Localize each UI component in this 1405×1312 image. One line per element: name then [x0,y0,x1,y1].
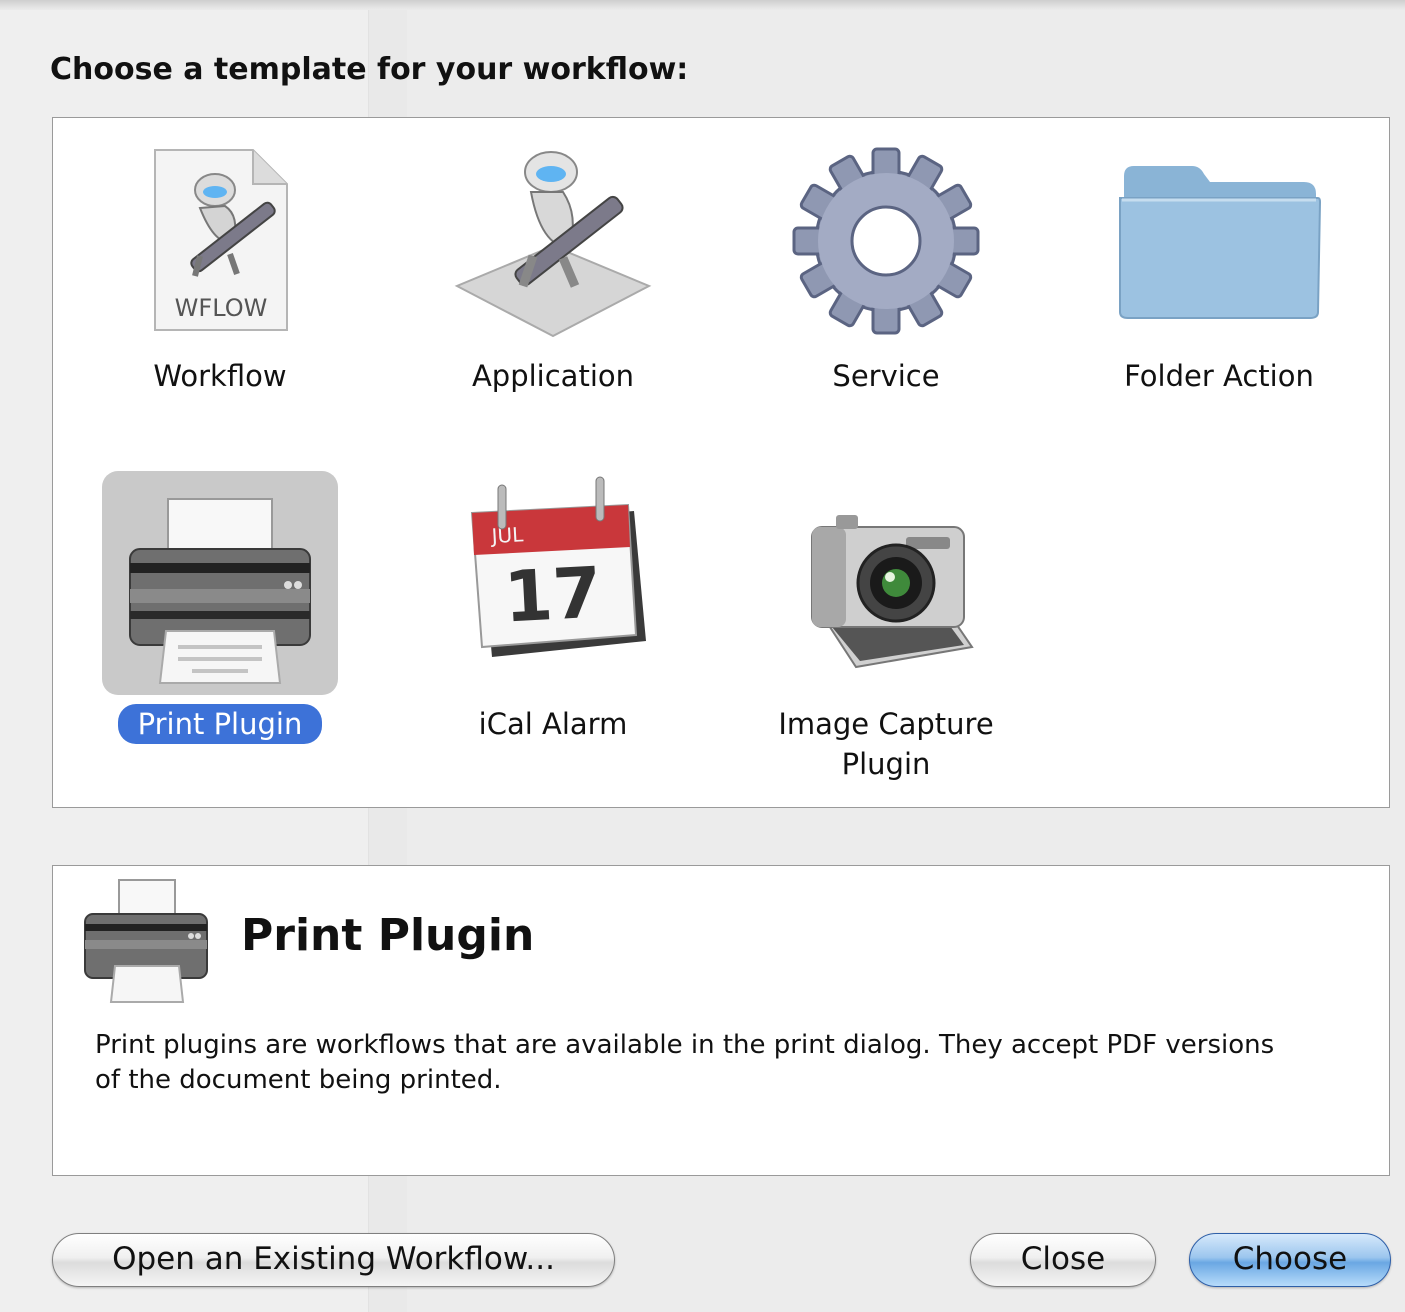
choose-button[interactable]: Choose [1189,1233,1391,1287]
template-service[interactable]: Service [736,146,1036,406]
printer-icon [81,874,211,1008]
gear-icon [791,146,981,336]
printer-icon [102,471,338,695]
template-label: Print Plugin [70,704,370,744]
template-workflow[interactable]: WFLOW Workflow [70,146,370,406]
template-label-line1: Image Capture [778,707,994,741]
selected-label: Print Plugin [117,704,323,744]
template-chooser-sheet: Choose a template for your workflow: WFL… [14,0,1405,1312]
description-text: Print plugins are workflows that are ava… [95,1030,1275,1095]
calendar-day: 17 [502,552,604,639]
template-description-panel: Print Plugin Print plugins are workflows… [52,865,1390,1176]
wflow-badge: WFLOW [175,294,268,322]
template-folder-action[interactable]: Folder Action [1069,146,1369,406]
camera-icon [796,471,976,671]
template-ical-alarm[interactable]: JUL 17 iCal Alarm [403,471,703,751]
folder-icon [1114,146,1324,326]
template-label: Service [832,359,940,393]
template-label: Workflow [153,359,287,393]
automator-robot-icon [453,146,653,346]
template-image-capture-plugin[interactable]: Image Capture Plugin [736,471,1036,791]
wflow-document-icon: WFLOW [145,146,295,336]
open-existing-workflow-button[interactable]: Open an Existing Workflow... [52,1233,615,1287]
calendar-month: JUL [489,522,525,548]
template-label: iCal Alarm [478,707,628,741]
template-label: Application [471,359,635,393]
template-label-line2: Plugin [841,747,931,781]
close-button[interactable]: Close [970,1233,1156,1287]
template-label: Folder Action [1124,359,1314,393]
template-grid: WFLOW Workflow Application Service Folde… [52,117,1390,808]
template-application[interactable]: Application [403,146,703,406]
template-print-plugin[interactable]: Print Plugin [70,471,370,751]
description-title: Print Plugin [241,910,535,961]
calendar-icon: JUL 17 [458,471,648,671]
dialog-prompt: Choose a template for your workflow: [50,52,689,87]
